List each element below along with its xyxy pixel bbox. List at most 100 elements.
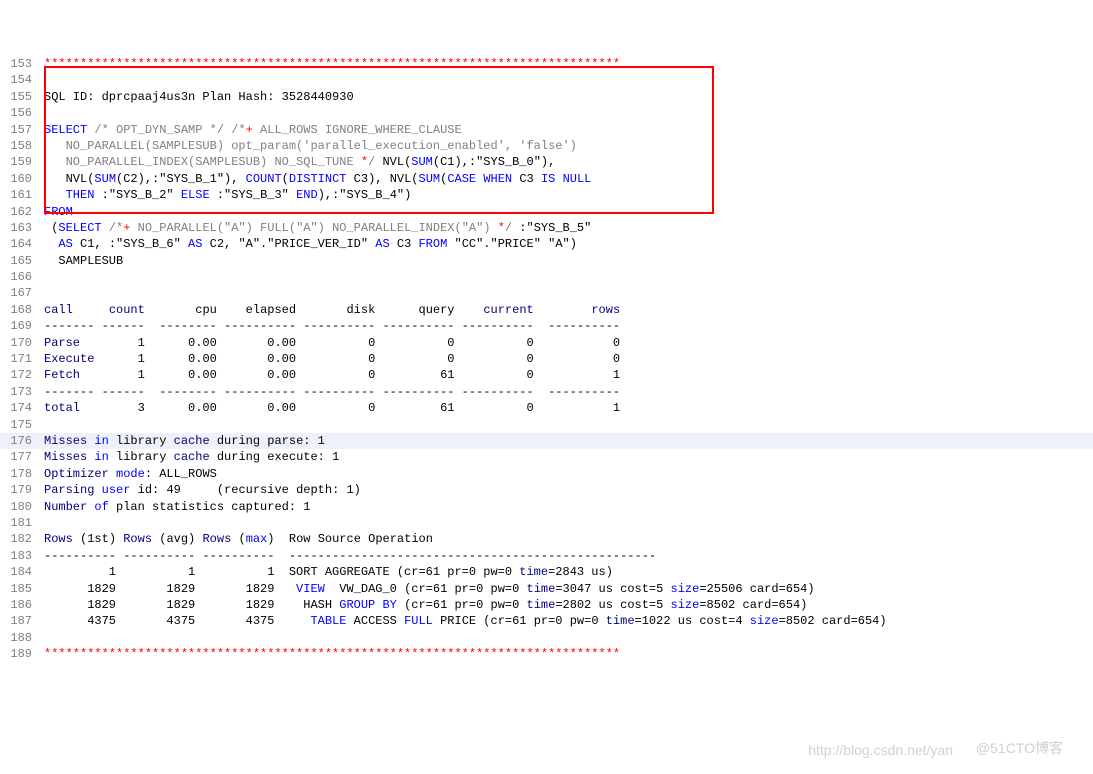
line-content — [40, 515, 1093, 531]
line-number: 174 — [0, 400, 40, 416]
line-content: 1 1 1 SORT AGGREGATE (cr=61 pr=0 pw=0 ti… — [40, 564, 1093, 580]
line-number: 188 — [0, 630, 40, 646]
line-number: 177 — [0, 449, 40, 465]
line-content — [40, 417, 1093, 433]
line-content: ---------- ---------- ---------- -------… — [40, 548, 1093, 564]
line-number: 153 — [0, 56, 40, 72]
line-content: Execute 1 0.00 0.00 0 0 0 0 — [40, 351, 1093, 367]
code-line: 179Parsing user id: 49 (recursive depth:… — [0, 482, 1093, 498]
line-number: 157 — [0, 122, 40, 138]
watermark-url: http://blog.csdn.net/yan — [808, 742, 953, 758]
line-content: NO_PARALLEL(SAMPLESUB) opt_param('parall… — [40, 138, 1093, 154]
line-number: 186 — [0, 597, 40, 613]
line-content: Rows (1st) Rows (avg) Rows (max) Row Sou… — [40, 531, 1093, 547]
line-number: 167 — [0, 285, 40, 301]
line-number: 163 — [0, 220, 40, 236]
line-number: 182 — [0, 531, 40, 547]
line-content: Misses in library cache during parse: 1 — [40, 433, 1093, 449]
line-content: Optimizer mode: ALL_ROWS — [40, 466, 1093, 482]
line-number: 187 — [0, 613, 40, 629]
code-line: 169------- ------ -------- ---------- --… — [0, 318, 1093, 334]
code-line: 175 — [0, 417, 1093, 433]
line-number: 154 — [0, 72, 40, 88]
line-content — [40, 72, 1093, 88]
line-content: total 3 0.00 0.00 0 61 0 1 — [40, 400, 1093, 416]
line-content: Fetch 1 0.00 0.00 0 61 0 1 — [40, 367, 1093, 383]
line-content: ------- ------ -------- ---------- -----… — [40, 384, 1093, 400]
line-content — [40, 285, 1093, 301]
line-content: SELECT /* OPT_DYN_SAMP */ /*+ ALL_ROWS I… — [40, 122, 1093, 138]
line-number: 178 — [0, 466, 40, 482]
line-number: 171 — [0, 351, 40, 367]
code-line: 166 — [0, 269, 1093, 285]
line-content: 1829 1829 1829 HASH GROUP BY (cr=61 pr=0… — [40, 597, 1093, 613]
code-line: 182Rows (1st) Rows (avg) Rows (max) Row … — [0, 531, 1093, 547]
line-number: 183 — [0, 548, 40, 564]
line-number: 164 — [0, 236, 40, 252]
line-number: 169 — [0, 318, 40, 334]
line-number: 158 — [0, 138, 40, 154]
code-line: 163 (SELECT /*+ NO_PARALLEL("A") FULL("A… — [0, 220, 1093, 236]
code-line: 173------- ------ -------- ---------- --… — [0, 384, 1093, 400]
code-line: 167 — [0, 285, 1093, 301]
code-line: 172Fetch 1 0.00 0.00 0 61 0 1 — [0, 367, 1093, 383]
line-content: Parsing user id: 49 (recursive depth: 1) — [40, 482, 1093, 498]
code-line: 180Number of plan statistics captured: 1 — [0, 499, 1093, 515]
line-content: call count cpu elapsed disk query curren… — [40, 302, 1093, 318]
code-line: 153*************************************… — [0, 56, 1093, 72]
code-editor: 153 *************************************… — [0, 56, 1093, 662]
line-content: Misses in library cache during execute: … — [40, 449, 1093, 465]
line-content: NVL(SUM(C2),:"SYS_B_1"), COUNT(DISTINCT … — [40, 171, 1093, 187]
line-number: 170 — [0, 335, 40, 351]
code-line: 185 1829 1829 1829 VIEW VW_DAG_0 (cr=61 … — [0, 581, 1093, 597]
code-line: 184 1 1 1 SORT AGGREGATE (cr=61 pr=0 pw=… — [0, 564, 1093, 580]
code-line: 186 1829 1829 1829 HASH GROUP BY (cr=61 … — [0, 597, 1093, 613]
line-number: 162 — [0, 204, 40, 220]
code-line: 165 SAMPLESUB — [0, 253, 1093, 269]
code-line: 159 NO_PARALLEL_INDEX(SAMPLESUB) NO_SQL_… — [0, 154, 1093, 170]
line-number: 180 — [0, 499, 40, 515]
line-number: 161 — [0, 187, 40, 203]
line-content — [40, 269, 1093, 285]
line-content: AS C1, :"SYS_B_6" AS C2, "A"."PRICE_VER_… — [40, 236, 1093, 252]
line-content: SAMPLESUB — [40, 253, 1093, 269]
code-line: 156 — [0, 105, 1093, 121]
line-number: 181 — [0, 515, 40, 531]
line-number: 166 — [0, 269, 40, 285]
line-content: NO_PARALLEL_INDEX(SAMPLESUB) NO_SQL_TUNE… — [40, 154, 1093, 170]
line-number: 185 — [0, 581, 40, 597]
line-content: (SELECT /*+ NO_PARALLEL("A") FULL("A") N… — [40, 220, 1093, 236]
code-line: 164 AS C1, :"SYS_B_6" AS C2, "A"."PRICE_… — [0, 236, 1093, 252]
code-line: 187 4375 4375 4375 TABLE ACCESS FULL PRI… — [0, 613, 1093, 629]
line-number: 159 — [0, 154, 40, 170]
code-line: 170Parse 1 0.00 0.00 0 0 0 0 — [0, 335, 1093, 351]
watermark-brand: @51CTO博客 — [976, 738, 1063, 758]
code-line: 176Misses in library cache during parse:… — [0, 433, 1093, 449]
line-content: 1829 1829 1829 VIEW VW_DAG_0 (cr=61 pr=0… — [40, 581, 1093, 597]
line-content: ****************************************… — [40, 646, 1093, 662]
line-content: THEN :"SYS_B_2" ELSE :"SYS_B_3" END),:"S… — [40, 187, 1093, 203]
line-number: 168 — [0, 302, 40, 318]
code-line: 174total 3 0.00 0.00 0 61 0 1 — [0, 400, 1093, 416]
code-line: 160 NVL(SUM(C2),:"SYS_B_1"), COUNT(DISTI… — [0, 171, 1093, 187]
line-number: 173 — [0, 384, 40, 400]
line-content: SQL ID: dprcpaaj4us3n Plan Hash: 3528440… — [40, 89, 1093, 105]
code-line: 154 — [0, 72, 1093, 88]
line-number: 184 — [0, 564, 40, 580]
line-number: 160 — [0, 171, 40, 187]
line-content: ------- ------ -------- ---------- -----… — [40, 318, 1093, 334]
line-number: 189 — [0, 646, 40, 662]
line-number: 155 — [0, 89, 40, 105]
line-content — [40, 630, 1093, 646]
code-line: 189*************************************… — [0, 646, 1093, 662]
code-line: 178Optimizer mode: ALL_ROWS — [0, 466, 1093, 482]
code-line: 171Execute 1 0.00 0.00 0 0 0 0 — [0, 351, 1093, 367]
line-number: 176 — [0, 433, 40, 449]
line-content: Number of plan statistics captured: 1 — [40, 499, 1093, 515]
line-content: 4375 4375 4375 TABLE ACCESS FULL PRICE (… — [40, 613, 1093, 629]
line-number: 165 — [0, 253, 40, 269]
code-line: 168call count cpu elapsed disk query cur… — [0, 302, 1093, 318]
line-number: 156 — [0, 105, 40, 121]
code-line: 155SQL ID: dprcpaaj4us3n Plan Hash: 3528… — [0, 89, 1093, 105]
code-line: 162FROM — [0, 204, 1093, 220]
